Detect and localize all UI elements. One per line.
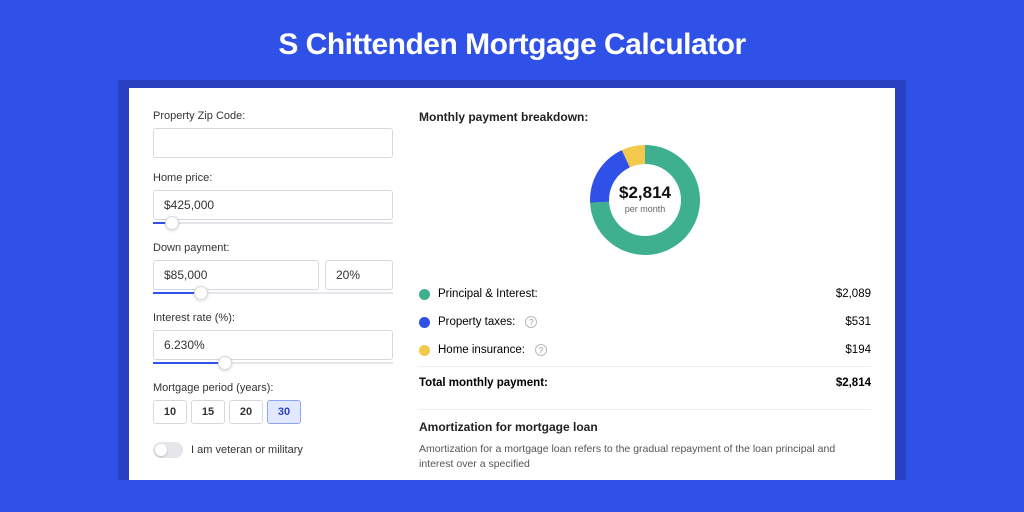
home-price-group: Home price: — [153, 172, 393, 228]
breakdown-total-label: Total monthly payment: — [419, 377, 548, 389]
breakdown-label: Principal & Interest: — [438, 288, 538, 300]
breakdown-value: $2,089 — [836, 288, 871, 300]
form-column: Property Zip Code: Home price: Down paym… — [153, 110, 393, 480]
calculator-card: Property Zip Code: Home price: Down paym… — [129, 88, 895, 480]
interest-group: Interest rate (%): — [153, 312, 393, 368]
amortization-title: Amortization for mortgage loan — [419, 420, 871, 434]
donut-chart: $2,814 per month — [419, 138, 871, 262]
breakdown-total-value: $2,814 — [836, 377, 871, 389]
period-buttons: 10 15 20 30 — [153, 400, 393, 424]
slider-thumb[interactable] — [218, 356, 232, 370]
legend-dot — [419, 345, 430, 356]
veteran-toggle[interactable] — [153, 442, 183, 458]
breakdown-value: $194 — [845, 344, 871, 356]
info-icon[interactable]: ? — [535, 344, 547, 356]
donut-svg: $2,814 per month — [583, 138, 707, 262]
period-group: Mortgage period (years): 10 15 20 30 — [153, 382, 393, 424]
divider — [419, 409, 871, 410]
interest-input[interactable] — [153, 330, 393, 360]
down-payment-label: Down payment: — [153, 242, 393, 254]
breakdown-row-insurance: Home insurance: ? $194 — [419, 336, 871, 364]
down-payment-percent-input[interactable] — [325, 260, 393, 290]
down-payment-slider[interactable] — [153, 288, 393, 298]
period-option-15[interactable]: 15 — [191, 400, 225, 424]
period-option-10[interactable]: 10 — [153, 400, 187, 424]
breakdown-value: $531 — [845, 316, 871, 328]
info-icon[interactable]: ? — [525, 316, 537, 328]
breakdown-column: Monthly payment breakdown: $2,814 per mo… — [419, 110, 871, 480]
legend-dot — [419, 289, 430, 300]
breakdown-label: Home insurance: — [438, 344, 525, 356]
breakdown-row-principal: Principal & Interest: $2,089 — [419, 280, 871, 308]
breakdown-row-total: Total monthly payment: $2,814 — [419, 366, 871, 397]
breakdown-row-taxes: Property taxes: ? $531 — [419, 308, 871, 336]
home-price-slider[interactable] — [153, 218, 393, 228]
down-payment-group: Down payment: — [153, 242, 393, 298]
period-option-20[interactable]: 20 — [229, 400, 263, 424]
home-price-label: Home price: — [153, 172, 393, 184]
breakdown-label: Property taxes: — [438, 316, 515, 328]
card-shadow: Property Zip Code: Home price: Down paym… — [118, 80, 906, 480]
breakdown-title: Monthly payment breakdown: — [419, 110, 871, 124]
interest-label: Interest rate (%): — [153, 312, 393, 324]
slider-thumb[interactable] — [165, 216, 179, 230]
slider-thumb[interactable] — [194, 286, 208, 300]
interest-slider[interactable] — [153, 358, 393, 368]
page-title: S Chittenden Mortgage Calculator — [0, 0, 1024, 80]
period-label: Mortgage period (years): — [153, 382, 393, 394]
toggle-knob — [155, 444, 167, 456]
zip-input[interactable] — [153, 128, 393, 158]
zip-group: Property Zip Code: — [153, 110, 393, 158]
period-option-30[interactable]: 30 — [267, 400, 301, 424]
donut-center-value: $2,814 — [619, 183, 672, 202]
down-payment-amount-input[interactable] — [153, 260, 319, 290]
veteran-row: I am veteran or military — [153, 442, 393, 458]
legend-dot — [419, 317, 430, 328]
veteran-label: I am veteran or military — [191, 444, 303, 456]
zip-label: Property Zip Code: — [153, 110, 393, 122]
donut-center-label: per month — [625, 204, 666, 214]
amortization-text: Amortization for a mortgage loan refers … — [419, 442, 871, 471]
home-price-input[interactable] — [153, 190, 393, 220]
